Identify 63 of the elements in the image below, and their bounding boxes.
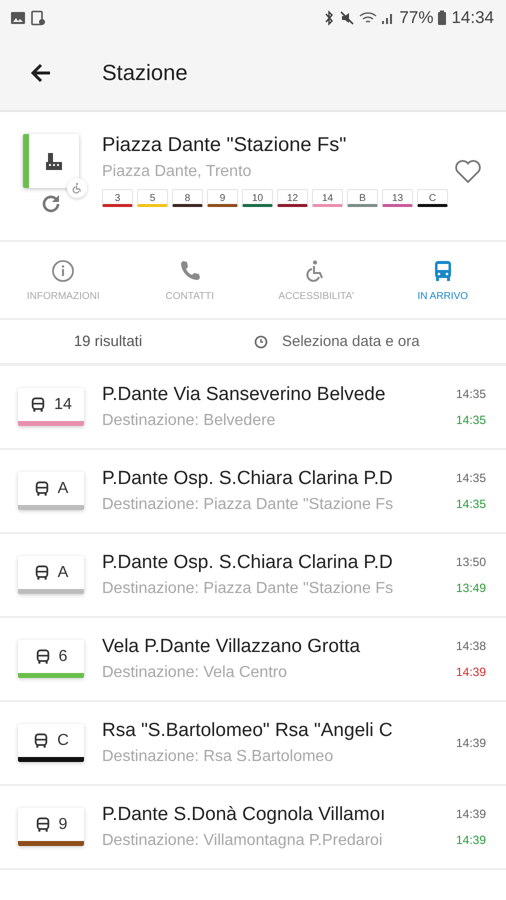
heart-icon[interactable] <box>454 158 482 184</box>
line-tag[interactable]: 9 <box>207 189 238 207</box>
line-badge: A <box>18 472 84 510</box>
arrival-row[interactable]: A P.Dante Osp. S.Chiara Clarina P.D Destinazione: Piazza Dante "Stazione Fs 13:50 13:49 <box>0 534 506 618</box>
scheduled-time: 14:38 <box>456 639 486 653</box>
line-tag[interactable]: 3 <box>102 189 133 207</box>
route-name: P.Dante S.Donà Cognola Villamoı <box>102 804 386 826</box>
destination: Destinazione: Belvedere <box>102 412 276 430</box>
page-title: Stazione <box>102 60 188 86</box>
scheduled-time: 14:35 <box>456 387 486 401</box>
tab[interactable]: IN ARRIVO <box>380 242 506 318</box>
route-name: Vela P.Dante Villazzano Grotta <box>102 636 362 658</box>
screenshot-icon <box>30 10 46 26</box>
route-name: P.Dante Via Sanseverino Belvede <box>102 384 386 406</box>
realtime-time: 14:39 <box>456 665 486 679</box>
line-badge: A <box>18 556 84 594</box>
line-tag[interactable]: 5 <box>137 189 168 207</box>
info-icon <box>51 258 76 282</box>
arrival-row[interactable]: 14 P.Dante Via Sanseverino Belvede Destinazione: Belvedere 14:35 14:35 <box>0 366 506 450</box>
battery-percent: 77% <box>399 8 434 28</box>
destination: Destinazione: Piazza Dante "Stazione Fs <box>102 496 394 514</box>
line-badge: 6 <box>18 640 84 678</box>
destination: Destinazione: Rsa S.Bartolomeo <box>102 748 334 766</box>
destination: Destinazione: Villamontagna P.Predaroi <box>102 832 384 850</box>
station-icon <box>43 150 65 172</box>
destination: Destinazione: Vela Centro <box>102 664 288 682</box>
stop-name: Piazza Dante "Stazione Fs" <box>102 134 348 157</box>
arrival-row[interactable]: 9 P.Dante S.Donà Cognola Villamoı Destinazione: Villamontagna P.Predaroi 14:39 14:39 <box>0 786 506 870</box>
line-tag[interactable]: B <box>347 189 378 207</box>
scheduled-time: 14:39 <box>456 736 486 750</box>
realtime-time: 14:39 <box>456 833 486 847</box>
line-tag[interactable]: 14 <box>312 189 343 207</box>
bluetooth-icon <box>323 10 336 26</box>
date-time-picker[interactable]: Seleziona data e ora <box>254 333 420 350</box>
mute-icon <box>339 10 356 26</box>
route-name: P.Dante Osp. S.Chiara Clarina P.D <box>102 552 394 574</box>
scheduled-time: 14:35 <box>456 471 486 485</box>
line-badge: 9 <box>18 808 84 846</box>
scheduled-time: 13:50 <box>456 555 486 569</box>
line-tag[interactable]: 8 <box>172 189 203 207</box>
arrival-row[interactable]: C Rsa "S.Bartolomeo" Rsa "Angeli C Destinazione: Rsa S.Bartolomeo 14:39 <box>0 702 506 786</box>
line-badge: 14 <box>18 388 84 426</box>
line-badge: C <box>18 724 84 762</box>
line-tag[interactable]: 10 <box>242 189 273 207</box>
stop-address: Piazza Dante, Trento <box>102 163 252 181</box>
battery-icon <box>437 10 448 26</box>
realtime-time: 14:35 <box>456 413 486 427</box>
scheduled-time: 14:39 <box>456 807 486 821</box>
results-count: 19 risultati <box>72 333 144 350</box>
destination: Destinazione: Piazza Dante "Stazione Fs <box>102 580 394 598</box>
route-name: Rsa "S.Bartolomeo" Rsa "Angeli C <box>102 720 394 742</box>
arrival-row[interactable]: A P.Dante Osp. S.Chiara Clarina P.D Destinazione: Piazza Dante "Stazione Fs 14:35 14:35 <box>0 450 506 534</box>
line-tag[interactable]: 13 <box>382 189 413 207</box>
clock-time: 14:34 <box>451 8 494 28</box>
line-tag[interactable]: 12 <box>277 189 308 207</box>
realtime-time: 13:49 <box>456 581 486 595</box>
back-arrow-icon[interactable] <box>30 63 52 83</box>
route-name: P.Dante Osp. S.Chiara Clarina P.D <box>102 468 394 490</box>
arrival-row[interactable]: 6 Vela P.Dante Villazzano Grotta Destinazione: Vela Centro 14:38 14:39 <box>0 618 506 702</box>
clock-icon <box>254 334 268 348</box>
realtime-time: 14:35 <box>456 497 486 511</box>
line-tag[interactable]: C <box>417 189 448 207</box>
gallery-icon <box>10 10 26 26</box>
